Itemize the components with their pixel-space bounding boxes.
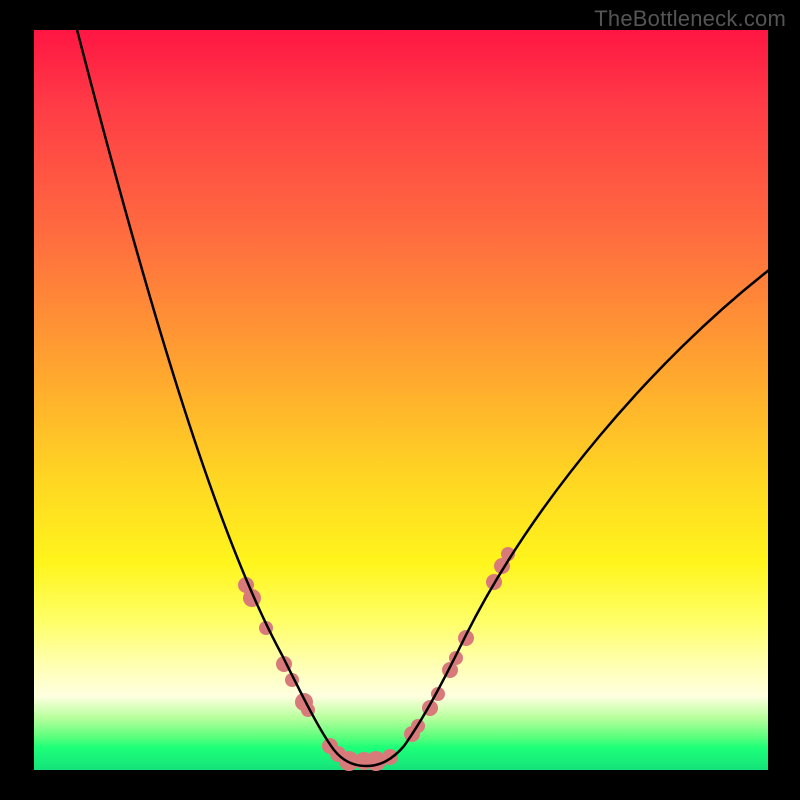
chart-svg: [34, 30, 768, 770]
markers-group: [238, 547, 515, 771]
watermark-text: TheBottleneck.com: [594, 6, 786, 32]
bottleneck-curve: [74, 18, 769, 766]
plot-area: [34, 30, 768, 770]
chart-frame: TheBottleneck.com: [0, 0, 800, 800]
